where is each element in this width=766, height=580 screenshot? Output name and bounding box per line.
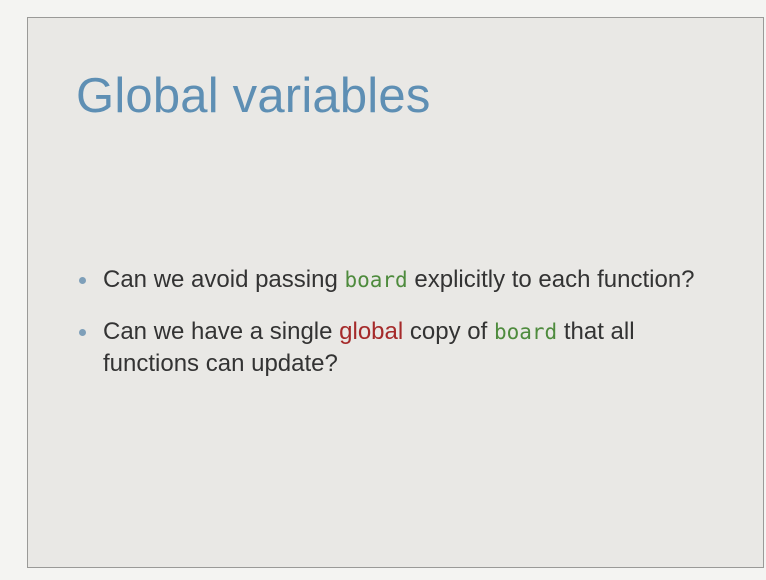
slide-title: Global variables [76,69,431,123]
code-word: board [344,268,408,292]
code-word: board [493,320,558,344]
emphasis-word: global [339,318,404,345]
bullet-text: explicitly to each function? [407,266,695,293]
bullet-text: Can we avoid passing [103,266,345,293]
bullet-text: Can we have a single [103,318,340,345]
bullet-dot-icon [79,277,86,284]
slide-outer: Global variables Can we avoid passing bo… [0,0,766,580]
bullet-text: copy of [403,318,494,345]
bullet-dot-icon [79,329,86,336]
bullet-item: Can we have a single global copy of boar… [76,316,736,380]
bullet-list: Can we avoid passing board explicitly to… [76,264,736,400]
slide: Global variables Can we avoid passing bo… [27,17,764,568]
bullet-item: Can we avoid passing board explicitly to… [76,264,736,296]
